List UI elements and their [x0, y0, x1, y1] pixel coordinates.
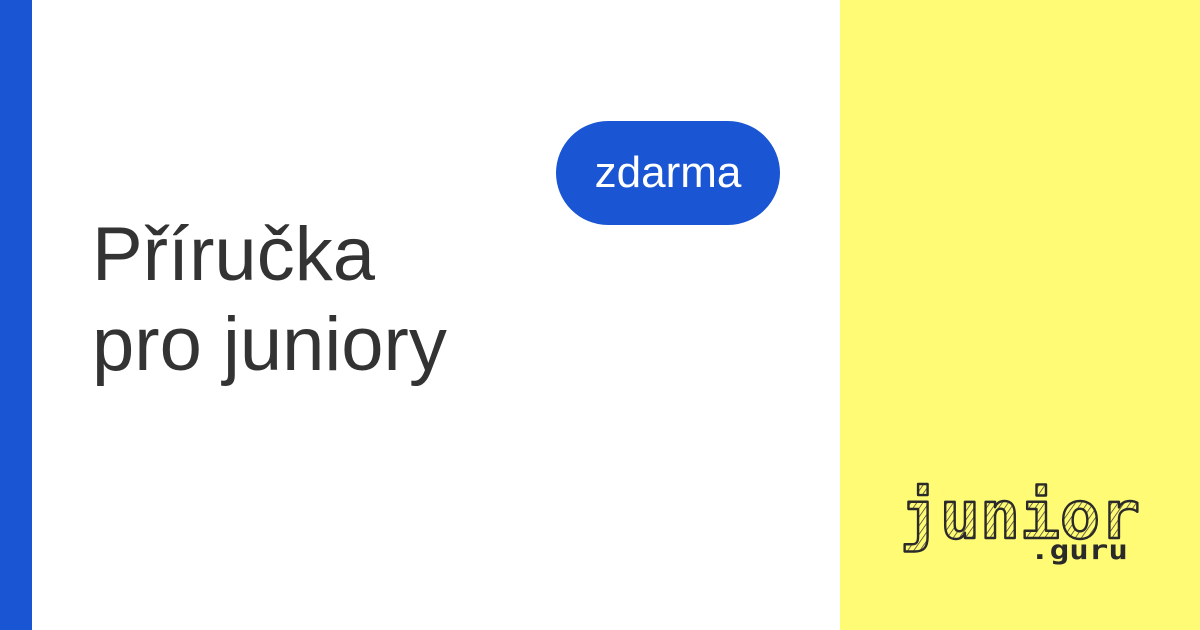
logo-suffix: .guru [1030, 535, 1128, 566]
page-title: Příručka pro juniory [92, 210, 447, 390]
free-badge: zdarma [556, 121, 780, 225]
left-accent-stripe [0, 0, 32, 630]
junior-guru-logo: junior .guru [899, 476, 1141, 566]
page-title-line-1: Příručka [92, 212, 375, 297]
free-badge-label: zdarma [594, 148, 742, 197]
page-title-line-2: pro juniory [92, 302, 447, 387]
